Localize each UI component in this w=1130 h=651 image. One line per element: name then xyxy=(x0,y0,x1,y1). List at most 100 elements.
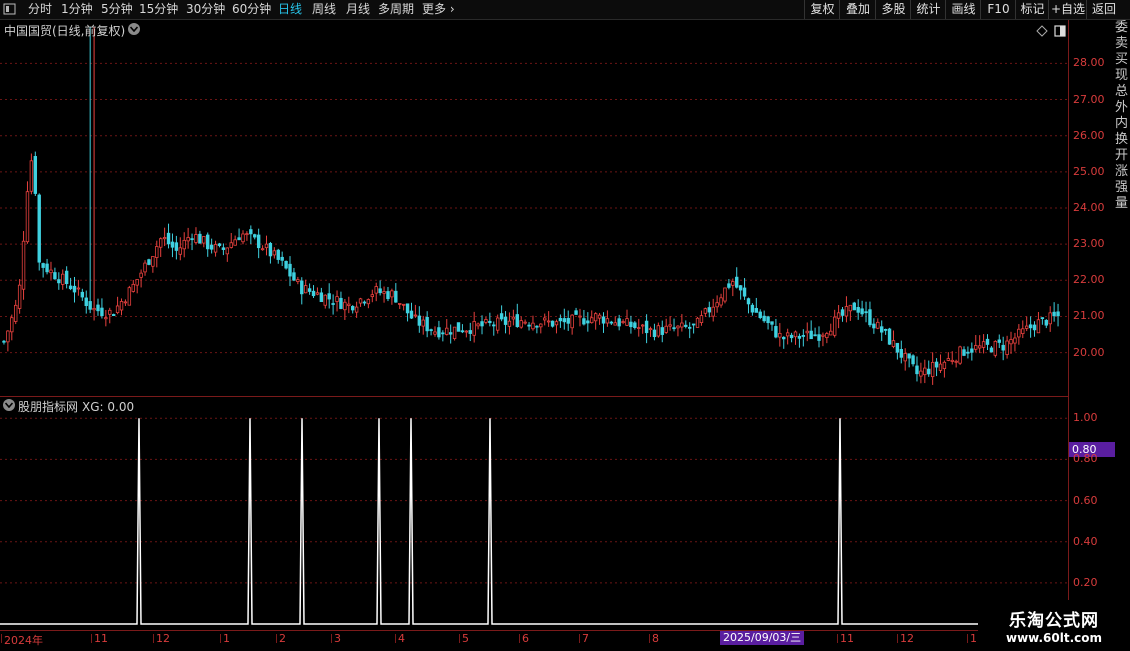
period-tab-60min[interactable]: 60分钟 xyxy=(232,1,271,18)
candle-body xyxy=(166,232,171,245)
period-tab-multi[interactable]: 多周期 xyxy=(378,1,414,18)
candle-body xyxy=(876,321,880,329)
indicator-tick-label: 0.60 xyxy=(1073,493,1098,507)
candle-body xyxy=(656,325,661,337)
candle-body xyxy=(546,320,551,323)
period-tab-monthly[interactable]: 月线 xyxy=(346,1,370,18)
window-icon[interactable] xyxy=(3,2,17,19)
candle-body xyxy=(930,362,935,378)
add-watchlist-button[interactable]: +自选 xyxy=(1048,0,1087,19)
candle-body xyxy=(14,304,18,322)
candle-body xyxy=(339,297,343,309)
period-tab-1min[interactable]: 1分钟 xyxy=(61,1,93,18)
candle-body xyxy=(989,347,994,353)
x-axis: 2024年 11 12 1 2 3 4 5 6 7 8 11 12 1 xyxy=(0,630,1130,651)
candle-body xyxy=(445,327,449,335)
candle-body xyxy=(856,307,860,313)
candle-body xyxy=(135,279,139,286)
chart-area[interactable] xyxy=(0,20,1068,630)
candle-body xyxy=(880,326,884,333)
candle-body xyxy=(96,304,100,312)
period-tab-30min[interactable]: 30分钟 xyxy=(186,1,225,18)
candle-body xyxy=(974,345,978,350)
candle-body xyxy=(162,237,167,240)
restore-rights-button[interactable]: 复权 xyxy=(804,0,840,19)
candle-body xyxy=(190,238,194,241)
period-tab-fenshi[interactable]: 分时 xyxy=(28,1,52,18)
multi-stock-button[interactable]: 多股 xyxy=(875,0,911,19)
candle-body xyxy=(394,290,398,303)
candle-body xyxy=(629,321,633,328)
candle-body xyxy=(578,315,582,318)
candle-body xyxy=(409,310,414,319)
candle-body xyxy=(543,317,547,321)
candle-body xyxy=(241,233,245,243)
candle-body xyxy=(680,322,684,328)
candle-body xyxy=(593,313,598,322)
candle-body xyxy=(825,333,829,339)
candle-body xyxy=(390,290,394,298)
candle-body xyxy=(488,320,492,324)
candle-body xyxy=(883,329,888,331)
price-panel-menu-icon[interactable] xyxy=(128,23,140,35)
candle-body xyxy=(225,247,230,255)
candle-body xyxy=(625,318,629,326)
indicator-name[interactable]: 股朋指标网 xyxy=(18,400,78,414)
price-tick-label: 21.00 xyxy=(1073,309,1105,323)
candle-body xyxy=(104,317,108,320)
period-tab-weekly[interactable]: 周线 xyxy=(312,1,336,18)
candle-body xyxy=(735,276,739,288)
period-tab-15min[interactable]: 15分钟 xyxy=(139,1,178,18)
f10-button[interactable]: F10 xyxy=(980,0,1016,19)
candle-body xyxy=(6,330,10,343)
candle-body xyxy=(613,322,617,326)
candle-body xyxy=(985,338,990,345)
candle-body xyxy=(531,322,535,330)
candle-body xyxy=(88,301,92,310)
statistics-button[interactable]: 统计 xyxy=(910,0,946,19)
quote-side-strip[interactable]: 委卖买现总外内换开涨强量 xyxy=(1115,20,1130,630)
candle-body xyxy=(209,244,214,250)
period-tab-more[interactable]: 更多 › xyxy=(422,1,455,18)
back-button[interactable]: 返回 xyxy=(1086,0,1121,19)
candle-body xyxy=(942,361,947,369)
candle-body xyxy=(186,237,190,242)
candle-body xyxy=(80,291,85,298)
candle-body xyxy=(684,324,688,327)
candle-body xyxy=(1048,312,1052,325)
x-tick-label: 6 xyxy=(519,632,529,645)
candle-body xyxy=(695,317,700,328)
candle-body xyxy=(907,353,911,359)
candle-body xyxy=(1017,328,1021,338)
candle-body xyxy=(256,234,261,249)
draw-line-button[interactable]: 画线 xyxy=(945,0,981,19)
candle-body xyxy=(17,284,22,309)
candle-body xyxy=(844,306,849,317)
watermark-title: 乐淘公式网 xyxy=(1009,611,1099,631)
candle-body xyxy=(778,333,782,338)
mark-button[interactable]: 标记 xyxy=(1015,0,1049,19)
period-tab-5min[interactable]: 5分钟 xyxy=(101,1,133,18)
candle-body xyxy=(425,316,429,332)
period-tab-daily[interactable]: 日线 xyxy=(278,1,302,18)
candle-body xyxy=(962,349,966,356)
candle-body xyxy=(49,269,53,274)
candle-body xyxy=(660,327,664,335)
candle-body xyxy=(398,303,402,305)
diamond-icon xyxy=(1036,25,1048,37)
candle-body xyxy=(938,363,943,371)
candle-body xyxy=(311,290,316,297)
indicator-panel-menu-icon[interactable] xyxy=(3,399,15,411)
candle-body xyxy=(213,244,218,253)
price-tick-label: 25.00 xyxy=(1073,164,1105,178)
candle-body xyxy=(174,242,179,251)
candle-body xyxy=(617,318,621,327)
candle-body xyxy=(899,349,903,358)
candle-body xyxy=(45,263,49,273)
candle-body xyxy=(590,317,594,324)
candle-body xyxy=(1024,325,1029,329)
candle-body xyxy=(472,321,476,336)
candle-body xyxy=(370,294,374,298)
candle-body xyxy=(601,316,606,324)
overlay-button[interactable]: 叠加 xyxy=(839,0,876,19)
